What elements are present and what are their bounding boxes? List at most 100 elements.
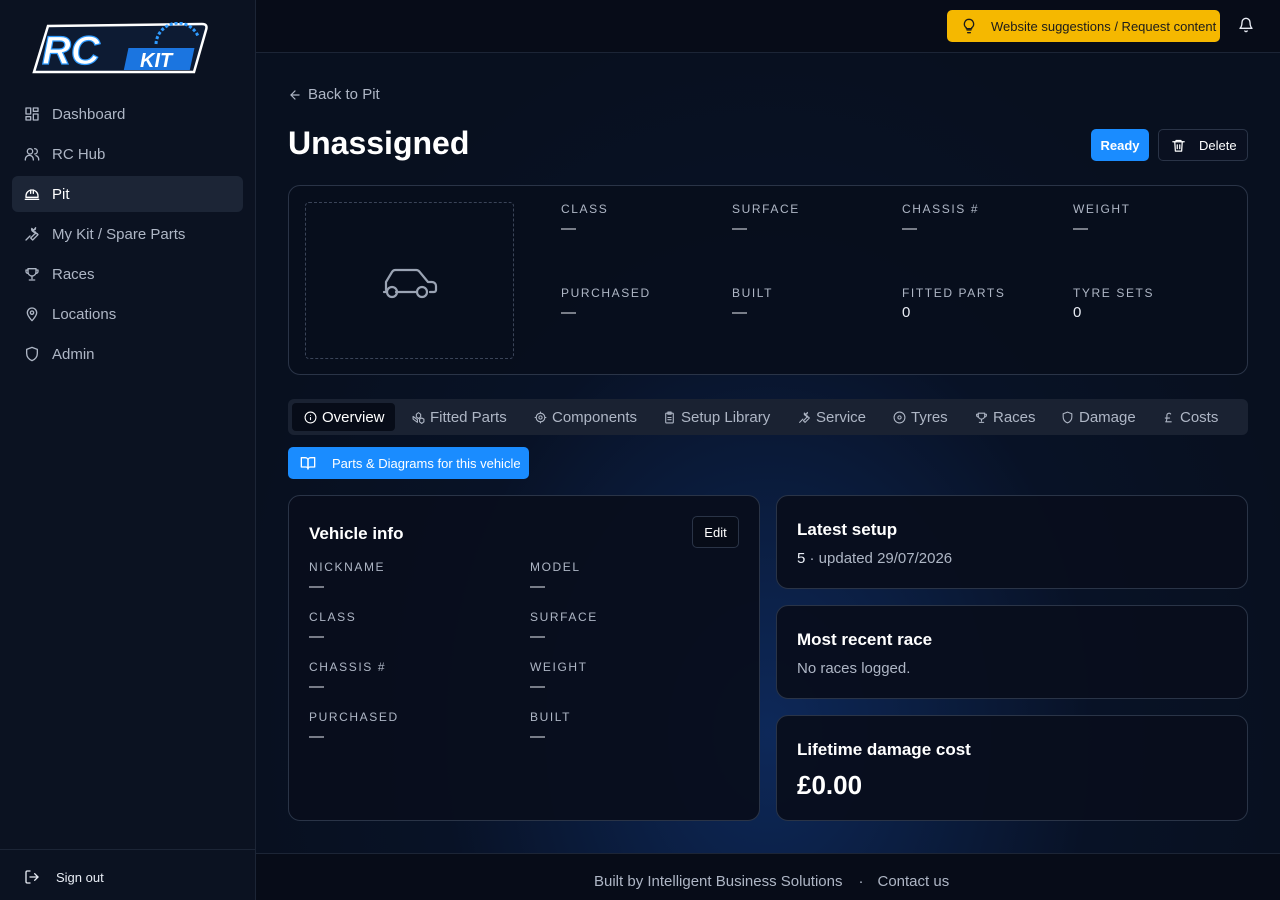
sidebar-item-rc-hub[interactable]: RC Hub [12,136,243,172]
website-suggestions-button[interactable]: Website suggestions / Request content [947,10,1220,42]
damage-cost-value: £0.00 [797,770,863,800]
arrow-left-icon [290,89,300,100]
damage-cost-title: Lifetime damage cost [797,740,971,759]
tab-label: Overview [322,408,385,426]
back-to-pit-link[interactable]: Back to Pit [288,86,380,103]
tab-service[interactable]: Service [786,403,876,431]
suggest-label: Website suggestions / Request content [991,18,1217,34]
stat-label: WEIGHT [1073,202,1131,216]
parts-diagrams-button[interactable]: Parts & Diagrams for this vehicle [288,447,529,479]
delete-button[interactable]: Delete [1158,129,1248,161]
users-icon [24,146,40,162]
sidebar-item-label: Races [52,265,95,283]
svg-text:RC: RC [42,29,101,73]
sidebar-item-label: Locations [52,305,117,323]
stat-label: FITTED PARTS [902,286,1006,300]
built-by-link[interactable]: Built by Intelligent Business Solutions [594,873,842,890]
stat-value: 0 [1073,304,1082,321]
cog-icon [534,411,547,423]
summary-surface: SURFACE — [732,202,800,237]
vehicle-photo-placeholder[interactable] [305,202,514,359]
tab-label: Setup Library [681,408,771,426]
log-out-icon [25,870,39,884]
tab-components[interactable]: Components [522,403,647,431]
field-value: — [530,578,545,595]
recent-race-text: No races logged. [797,660,911,677]
summary-fitted-parts: FITTED PARTS 0 [902,286,1005,321]
stat-label: TYRE SETS [1073,286,1155,300]
tab-races[interactable]: Races [963,403,1046,431]
latest-setup-card[interactable]: Latest setup 5 · updated 29/07/2026 [776,495,1248,589]
sign-out-label: Sign out [56,869,104,885]
tab-setup-library[interactable]: Setup Library [651,403,780,431]
field-value: — [309,728,324,745]
sidebar-item-pit[interactable]: Pit [12,176,243,212]
sidebar-item-my-kit[interactable]: My Kit / Spare Parts [12,216,243,252]
tab-label: Components [552,408,638,426]
sidebar-item-dashboard[interactable]: Dashboard [12,96,243,132]
field-value: — [530,678,545,695]
dashboard-icon [24,106,40,122]
wrench-icon [24,226,40,242]
book-open-icon [300,457,316,470]
parts-diagrams-label: Parts & Diagrams for this vehicle [332,455,521,471]
stat-value: — [732,304,747,321]
notifications-bell-icon[interactable] [1238,17,1254,33]
stat-value: — [1073,220,1088,237]
tab-label: Service [816,408,867,426]
sidebar-item-races[interactable]: Races [12,256,243,292]
stat-label: SURFACE [732,202,800,216]
sidebar-item-admin[interactable]: Admin [12,336,243,372]
wrench-icon [799,411,810,423]
sidebar-item-locations[interactable]: Locations [12,296,243,332]
top-bar: Website suggestions / Request content [256,0,1280,53]
tab-overview[interactable]: Overview [292,403,395,431]
tab-label: Races [993,408,1036,426]
sign-out-button[interactable]: Sign out [24,869,104,885]
tab-fitted-parts[interactable]: Fitted Parts [400,403,517,431]
map-pin-icon [24,306,40,322]
contact-us-link[interactable]: Contact us [877,873,949,890]
svg-text:KIT: KIT [140,50,174,72]
clipboard-icon [665,411,674,423]
sidebar-item-label: Admin [52,345,95,363]
trophy-icon [976,412,987,423]
tab-costs[interactable]: Costs [1150,403,1228,431]
tab-label: Fitted Parts [430,408,507,426]
stat-value: — [732,220,747,237]
helmet-icon [24,186,40,202]
shield-icon [1062,411,1073,423]
tab-damage[interactable]: Damage [1049,403,1146,431]
field-nickname: NICKNAME — [309,560,385,595]
delete-label: Delete [1199,137,1237,153]
parts-icon [412,411,425,424]
field-weight: WEIGHT — [530,660,588,695]
main-content: Back to Pit Unassigned Ready Delete CLAS… [256,53,1280,853]
field-chassis: CHASSIS # — [309,660,386,695]
field-purchased: PURCHASED — [309,710,399,745]
sidebar-item-label: Pit [52,185,70,203]
summary-class: CLASS — [561,202,608,237]
stat-label: PURCHASED [561,286,651,300]
vehicle-info-card: Vehicle info Edit NICKNAME — MODEL — CLA… [288,495,760,821]
field-label: NICKNAME [309,560,386,574]
tab-tyres[interactable]: Tyres [881,403,958,431]
setup-updated: · updated 29/07/2026 [805,550,953,567]
sidebar-item-label: RC Hub [52,145,106,163]
summary-chassis: CHASSIS # — [902,202,979,237]
stat-value: — [561,304,576,321]
stat-value: — [561,220,576,237]
stat-label: CLASS [561,202,609,216]
damage-cost-card: Lifetime damage cost £0.00 [776,715,1248,821]
rckit-logo[interactable]: RC KIT [26,21,208,74]
footer-links: Built by Intelligent Business Solutions … [594,873,949,890]
field-label: CLASS [309,610,357,624]
field-surface: SURFACE — [530,610,598,645]
vehicle-tabs: Overview Fitted Parts Components Setup L… [288,399,1248,435]
back-label: Back to Pit [308,86,380,103]
lightbulb-icon [963,18,975,34]
edit-vehicle-button[interactable]: Edit [692,516,739,548]
field-value: — [309,578,324,595]
recent-race-title: Most recent race [797,630,933,649]
ready-status-button[interactable]: Ready [1091,129,1149,161]
